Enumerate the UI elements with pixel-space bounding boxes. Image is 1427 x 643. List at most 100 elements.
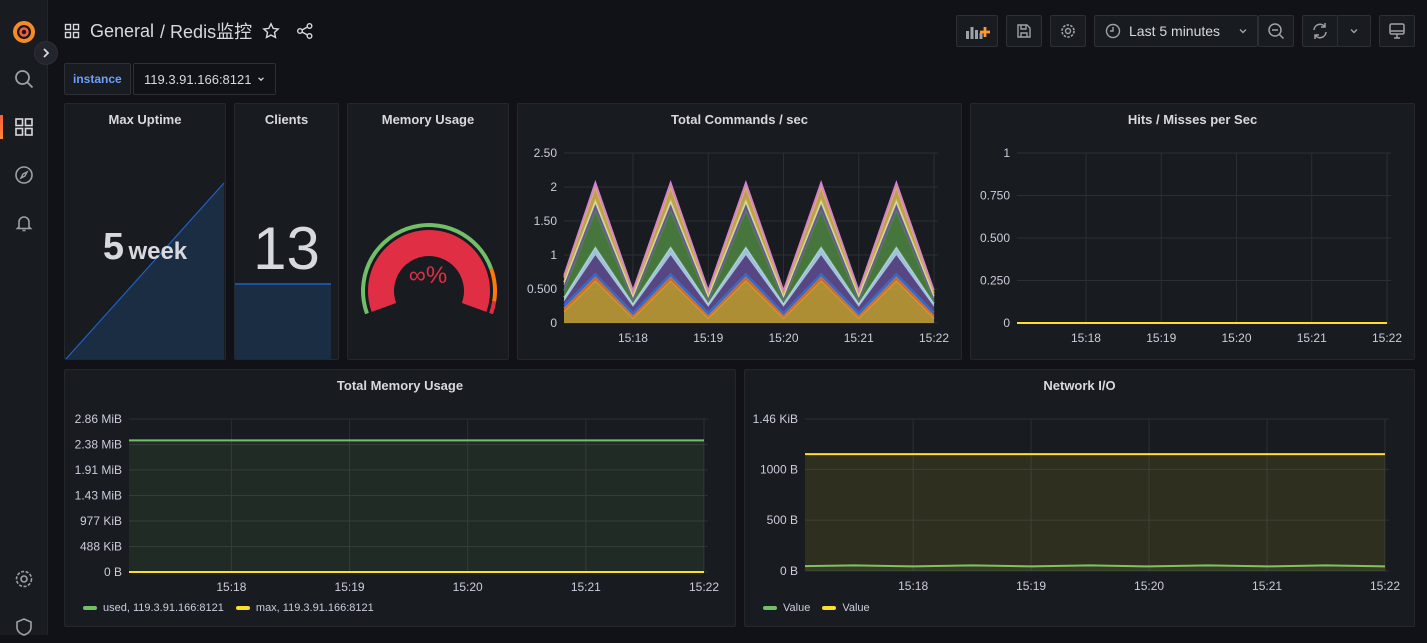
chevron-down-icon [257, 75, 265, 83]
page-title: / Redis监控 [160, 18, 252, 44]
legend-item-value-green[interactable]: Value [763, 602, 810, 614]
x-tick-label: 15:21 [571, 580, 601, 594]
panel-max-uptime[interactable]: Max Uptime 5 week [64, 103, 226, 360]
y-tick-label: 1 [550, 248, 557, 262]
hits-misses-chart: 00.2500.5000.750115:1815:1915:2015:2115:… [971, 104, 1415, 360]
y-tick-label: 2 [550, 180, 557, 194]
y-tick-label: 0.250 [980, 274, 1010, 288]
dashboard-settings-button[interactable] [1050, 15, 1086, 47]
refresh-interval-dropdown[interactable] [1337, 15, 1371, 47]
chevron-down-icon [1349, 26, 1359, 36]
search-icon[interactable] [0, 63, 48, 95]
star-icon[interactable] [262, 22, 280, 40]
x-tick-label: 15:18 [1071, 331, 1101, 345]
x-tick-label: 15:22 [689, 580, 719, 594]
area-series-0 [129, 440, 704, 572]
y-tick-label: 1000 B [760, 462, 798, 476]
commands-chart: 0 0.500 1 1.50 2 2.50 15:18 15:19 15:20 15:21 15:2… [518, 104, 962, 360]
breadcrumb: General / Redis监控 [64, 18, 314, 44]
y-tick-label: 0.750 [980, 189, 1010, 203]
explore-compass-icon[interactable] [0, 159, 48, 191]
y-tick-label: 488 KiB [80, 540, 122, 554]
alerting-bell-icon[interactable] [0, 207, 48, 239]
total-memory-chart: 0 B 488 KiB 977 KiB 1.43 MiB 1.91 MiB 2.38 Mi… [65, 370, 736, 627]
zoom-out-button[interactable] [1258, 15, 1294, 47]
y-tick-label: 1.46 KiB [753, 412, 798, 426]
x-tick-label: 15:21 [844, 331, 874, 345]
monitor-icon [1388, 22, 1406, 40]
instance-value: 119.3.91.166:8121 [144, 72, 251, 87]
panel-total-commands[interactable]: Total Commands / sec 00.50011.5022.5015:… [517, 103, 962, 360]
x-tick-label: 15:20 [453, 580, 483, 594]
cycle-view-mode-button[interactable] [1379, 15, 1415, 47]
memory-gauge [348, 104, 509, 360]
instance-variable-select[interactable]: 119.3.91.166:8121 [133, 63, 276, 95]
y-tick-label: 1.91 MiB [75, 463, 122, 477]
x-tick-label: 15:19 [1146, 331, 1176, 345]
clients-value: 13 [235, 214, 338, 283]
y-tick-label: 1 [1003, 146, 1010, 160]
panel-total-memory[interactable]: Total Memory Usage 0 B488 KiB977 KiB1.43… [64, 369, 736, 627]
y-tick-label: 2.86 MiB [75, 412, 122, 426]
breadcrumb-folder[interactable]: General [90, 21, 154, 42]
time-range-picker[interactable]: Last 5 minutes [1094, 15, 1258, 47]
chevron-down-icon [1238, 26, 1248, 36]
zoom-out-icon [1267, 22, 1285, 40]
y-tick-label: 0.500 [527, 282, 557, 296]
uptime-value: 5 week [65, 226, 225, 269]
x-tick-label: 15:19 [693, 331, 723, 345]
panel-memory-usage[interactable]: Memory Usage ∞% [347, 103, 509, 360]
y-tick-label: 0.500 [980, 231, 1010, 245]
share-icon[interactable] [296, 22, 314, 40]
area-series-1 [805, 454, 1385, 571]
x-tick-label: 15:19 [335, 580, 365, 594]
gauge-threshold-red [489, 301, 496, 314]
y-tick-label: 0 [550, 316, 557, 330]
dashboards-icon[interactable] [0, 111, 48, 143]
refresh-button[interactable] [1302, 15, 1338, 47]
x-tick-label: 15:22 [919, 331, 949, 345]
x-tick-label: 15:22 [1372, 331, 1402, 345]
clock-icon [1105, 23, 1121, 39]
y-tick-label: 500 B [767, 513, 798, 527]
legend-item-used[interactable]: used, 119.3.91.166:8121 [83, 602, 224, 614]
settings-gear-icon [1060, 23, 1076, 39]
time-range-label: Last 5 minutes [1129, 23, 1220, 39]
y-tick-label: 977 KiB [80, 514, 122, 528]
settings-gear-icon[interactable] [0, 563, 48, 595]
legend-item-value-yellow[interactable]: Value [822, 602, 869, 614]
y-tick-label: 1.43 MiB [75, 489, 122, 503]
sidebar-expand-button[interactable] [34, 41, 58, 65]
dashboards-grid-icon [64, 23, 80, 39]
x-tick-label: 15:22 [1370, 579, 1400, 593]
x-tick-label: 15:19 [1016, 579, 1046, 593]
sidebar [0, 0, 48, 635]
x-tick-label: 15:18 [618, 331, 648, 345]
panel-hits-misses[interactable]: Hits / Misses per Sec 00.2500.5000.75011… [970, 103, 1415, 360]
legend: Value Value [763, 602, 870, 614]
memory-usage-value: ∞% [348, 262, 508, 290]
panel-network-io[interactable]: Network I/O 0 B500 B1000 B1.46 KiB15:181… [744, 369, 1415, 627]
refresh-icon [1311, 22, 1329, 40]
x-tick-label: 15:20 [768, 331, 798, 345]
legend: used, 119.3.91.166:8121 max, 119.3.91.16… [83, 602, 374, 614]
y-tick-label: 0 B [780, 564, 798, 578]
x-tick-label: 15:20 [1221, 331, 1251, 345]
panel-clients[interactable]: Clients 13 [234, 103, 339, 360]
chevron-right-icon [41, 48, 51, 58]
variable-label-instance: instance [64, 63, 131, 95]
add-panel-button[interactable] [956, 15, 998, 47]
y-tick-label: 0 B [104, 565, 122, 579]
legend-item-max[interactable]: max, 119.3.91.166:8121 [236, 602, 374, 614]
x-tick-label: 15:18 [898, 579, 928, 593]
y-tick-label: 2.38 MiB [75, 438, 122, 452]
y-tick-label: 1.50 [534, 214, 558, 228]
add-panel-icon [964, 22, 990, 40]
save-dashboard-button[interactable] [1006, 15, 1042, 47]
x-tick-label: 15:20 [1134, 579, 1164, 593]
network-io-chart: 0 B 500 B 1000 B 1.46 KiB 15:18 15:19 15:20 15:… [745, 370, 1415, 627]
x-tick-label: 15:18 [216, 580, 246, 594]
x-tick-label: 15:21 [1252, 579, 1282, 593]
y-tick-label: 2.50 [534, 146, 558, 160]
admin-shield-icon[interactable] [0, 611, 48, 643]
